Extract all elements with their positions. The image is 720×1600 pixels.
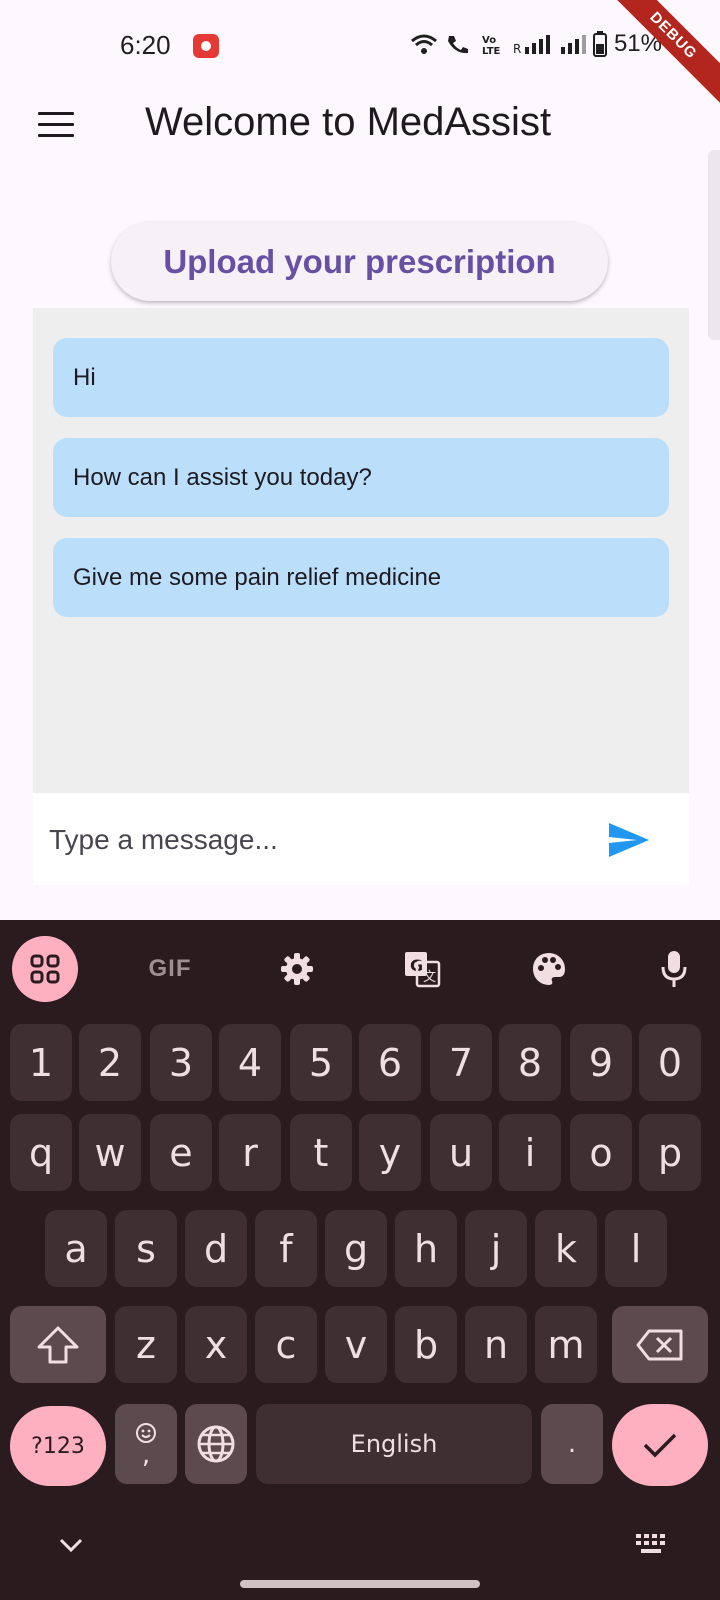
home-indicator[interactable]: [240, 1580, 480, 1588]
translate-icon[interactable]: G文: [389, 936, 455, 1002]
key-1[interactable]: 1: [10, 1024, 72, 1101]
hamburger-menu-icon[interactable]: [38, 112, 74, 140]
volte-icon: VoLTE: [482, 35, 501, 55]
enter-key[interactable]: [612, 1404, 708, 1486]
key-d[interactable]: d: [185, 1210, 247, 1287]
microphone-icon[interactable]: [641, 936, 707, 1002]
key-l[interactable]: l: [605, 1210, 667, 1287]
key-5[interactable]: 5: [290, 1024, 352, 1101]
on-screen-keyboard: GIF G文 1 2 3 4 5 6 7 8 9 0 q w e r t y u…: [0, 920, 720, 1600]
hide-keyboard-icon[interactable]: [58, 1536, 84, 1554]
key-r[interactable]: r: [219, 1114, 281, 1191]
key-6[interactable]: 6: [359, 1024, 421, 1101]
key-9[interactable]: 9: [570, 1024, 632, 1101]
status-icons: Vo LTE R 51%: [410, 30, 662, 58]
key-j[interactable]: j: [465, 1210, 527, 1287]
key-e[interactable]: e: [150, 1114, 212, 1191]
wifi-icon: [410, 34, 437, 54]
backspace-key[interactable]: [612, 1306, 708, 1383]
key-p[interactable]: p: [639, 1114, 701, 1191]
key-7[interactable]: 7: [430, 1024, 492, 1101]
comma-label: ,: [141, 1440, 151, 1470]
status-time: 6:20: [120, 30, 171, 60]
svg-text:Vo: Vo: [482, 35, 496, 46]
status-bar: 6:20 Vo LTE R 51%: [0, 0, 720, 90]
key-m[interactable]: m: [535, 1306, 597, 1383]
apps-grid-icon[interactable]: [12, 936, 78, 1002]
checkmark-icon: [643, 1433, 677, 1458]
send-icon[interactable]: [607, 821, 651, 859]
shift-key[interactable]: [10, 1306, 106, 1383]
key-i[interactable]: i: [499, 1114, 561, 1191]
symbols-key[interactable]: ?123: [10, 1406, 106, 1486]
page-title: Welcome to MedAssist: [145, 100, 552, 144]
key-k[interactable]: k: [535, 1210, 597, 1287]
period-key[interactable]: .: [541, 1404, 603, 1484]
key-t[interactable]: t: [290, 1114, 352, 1191]
app-bar: Welcome to MedAssist: [0, 90, 720, 160]
gif-button[interactable]: GIF: [137, 936, 203, 1002]
svg-text:LTE: LTE: [482, 46, 501, 55]
key-8[interactable]: 8: [499, 1024, 561, 1101]
settings-icon[interactable]: [264, 936, 330, 1002]
key-g[interactable]: g: [325, 1210, 387, 1287]
scrollbar[interactable]: [708, 150, 720, 340]
key-x[interactable]: x: [185, 1306, 247, 1383]
key-u[interactable]: u: [430, 1114, 492, 1191]
key-z[interactable]: z: [115, 1306, 177, 1383]
key-3[interactable]: 3: [150, 1024, 212, 1101]
svg-text:R: R: [513, 42, 521, 55]
key-f[interactable]: f: [255, 1210, 317, 1287]
globe-icon: [197, 1425, 235, 1463]
key-0[interactable]: 0: [639, 1024, 701, 1101]
keyboard-toolbar: GIF G文: [0, 920, 720, 1010]
keyboard-switch-icon[interactable]: [634, 1532, 668, 1556]
message-input-bar: [33, 793, 689, 885]
key-v[interactable]: v: [325, 1306, 387, 1383]
key-2[interactable]: 2: [79, 1024, 141, 1101]
backspace-icon: [636, 1329, 683, 1360]
palette-icon[interactable]: [516, 936, 582, 1002]
comma-emoji-key[interactable]: ,: [115, 1404, 177, 1484]
chat-message-list: Hi How can I assist you today? Give me s…: [53, 338, 669, 638]
upload-prescription-button[interactable]: Upload your prescription: [111, 222, 608, 301]
key-s[interactable]: s: [115, 1210, 177, 1287]
signal-roaming-icon: R: [513, 35, 550, 55]
message-bubble: How can I assist you today?: [53, 438, 669, 517]
screen-record-icon: [193, 34, 219, 58]
shift-icon: [37, 1326, 79, 1363]
svg-text:文: 文: [423, 970, 436, 985]
key-o[interactable]: o: [570, 1114, 632, 1191]
battery-icon: [592, 31, 607, 57]
language-key[interactable]: [185, 1404, 247, 1484]
key-h[interactable]: h: [395, 1210, 457, 1287]
key-b[interactable]: b: [395, 1306, 457, 1383]
key-y[interactable]: y: [359, 1114, 421, 1191]
message-bubble: Give me some pain relief medicine: [53, 538, 669, 617]
message-bubble: Hi: [53, 338, 669, 417]
chat-area: Hi How can I assist you today? Give me s…: [33, 308, 689, 793]
space-bar[interactable]: English: [256, 1404, 532, 1484]
key-n[interactable]: n: [465, 1306, 527, 1383]
wifi-calling-icon: [447, 36, 468, 54]
key-w[interactable]: w: [79, 1114, 141, 1191]
signal-icon: [560, 35, 586, 54]
message-input[interactable]: [49, 815, 569, 865]
key-4[interactable]: 4: [219, 1024, 281, 1101]
key-q[interactable]: q: [10, 1114, 72, 1191]
key-a[interactable]: a: [45, 1210, 107, 1287]
upload-prescription-label: Upload your prescription: [163, 242, 556, 280]
key-c[interactable]: c: [255, 1306, 317, 1383]
